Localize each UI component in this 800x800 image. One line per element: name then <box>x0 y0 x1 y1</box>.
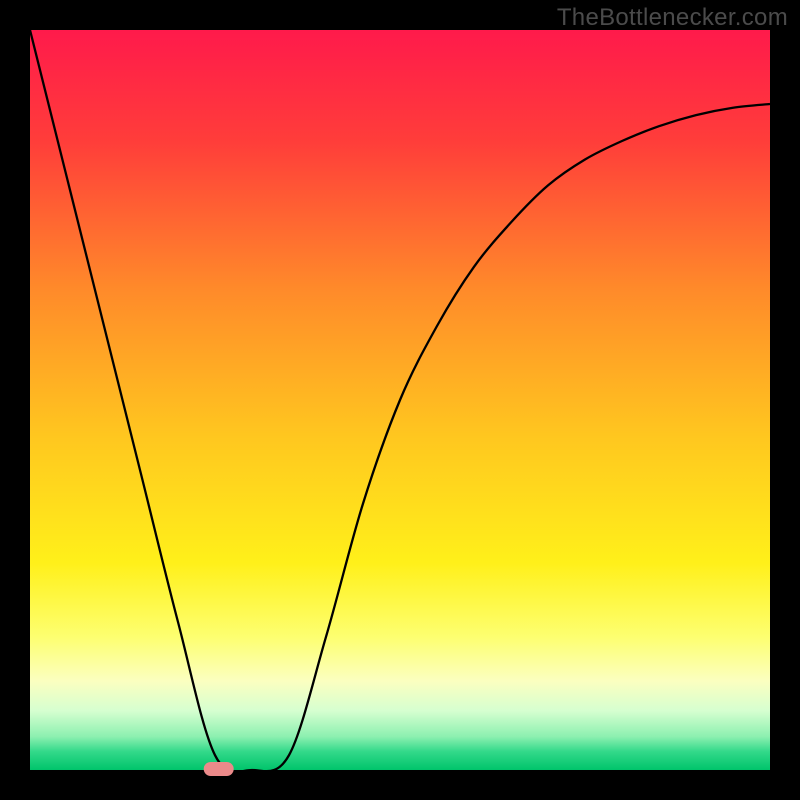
bottleneck-chart <box>0 0 800 800</box>
optimum-marker <box>204 762 234 776</box>
watermark-label: TheBottlenecker.com <box>557 4 788 32</box>
chart-stage: TheBottlenecker.com <box>0 0 800 800</box>
